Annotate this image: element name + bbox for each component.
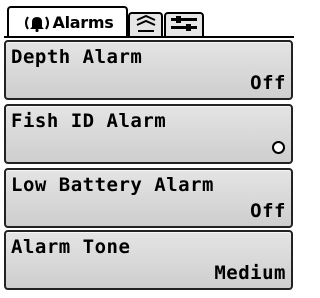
- radio-off-icon[interactable]: [272, 141, 285, 154]
- menu-item-label: Depth Alarm: [11, 46, 143, 68]
- menu-item-value: Off: [250, 200, 286, 222]
- menu-item-label: Alarm Tone: [11, 236, 131, 258]
- tab-alarms[interactable]: Alarms: [7, 6, 128, 37]
- tab-sonar[interactable]: [128, 12, 163, 38]
- menu-item-value: Medium: [214, 262, 286, 284]
- menu-item-label: Fish ID Alarm: [11, 110, 167, 132]
- menu-item-label: Low Battery Alarm: [11, 174, 214, 196]
- bell-icon: [22, 14, 52, 32]
- menu-item-low-battery-alarm[interactable]: Low Battery Alarm Off: [4, 168, 293, 228]
- tab-setup[interactable]: [164, 12, 204, 38]
- tab-alarms-label: Alarms: [52, 13, 114, 32]
- menu-item-depth-alarm[interactable]: Depth Alarm Off: [4, 40, 293, 100]
- menu-item-fish-id-alarm[interactable]: Fish ID Alarm: [4, 104, 293, 164]
- setup-icon: [169, 15, 199, 37]
- sonar-icon: [134, 14, 158, 37]
- menu-item-value: Off: [250, 72, 286, 94]
- menu-item-alarm-tone[interactable]: Alarm Tone Medium: [4, 230, 293, 290]
